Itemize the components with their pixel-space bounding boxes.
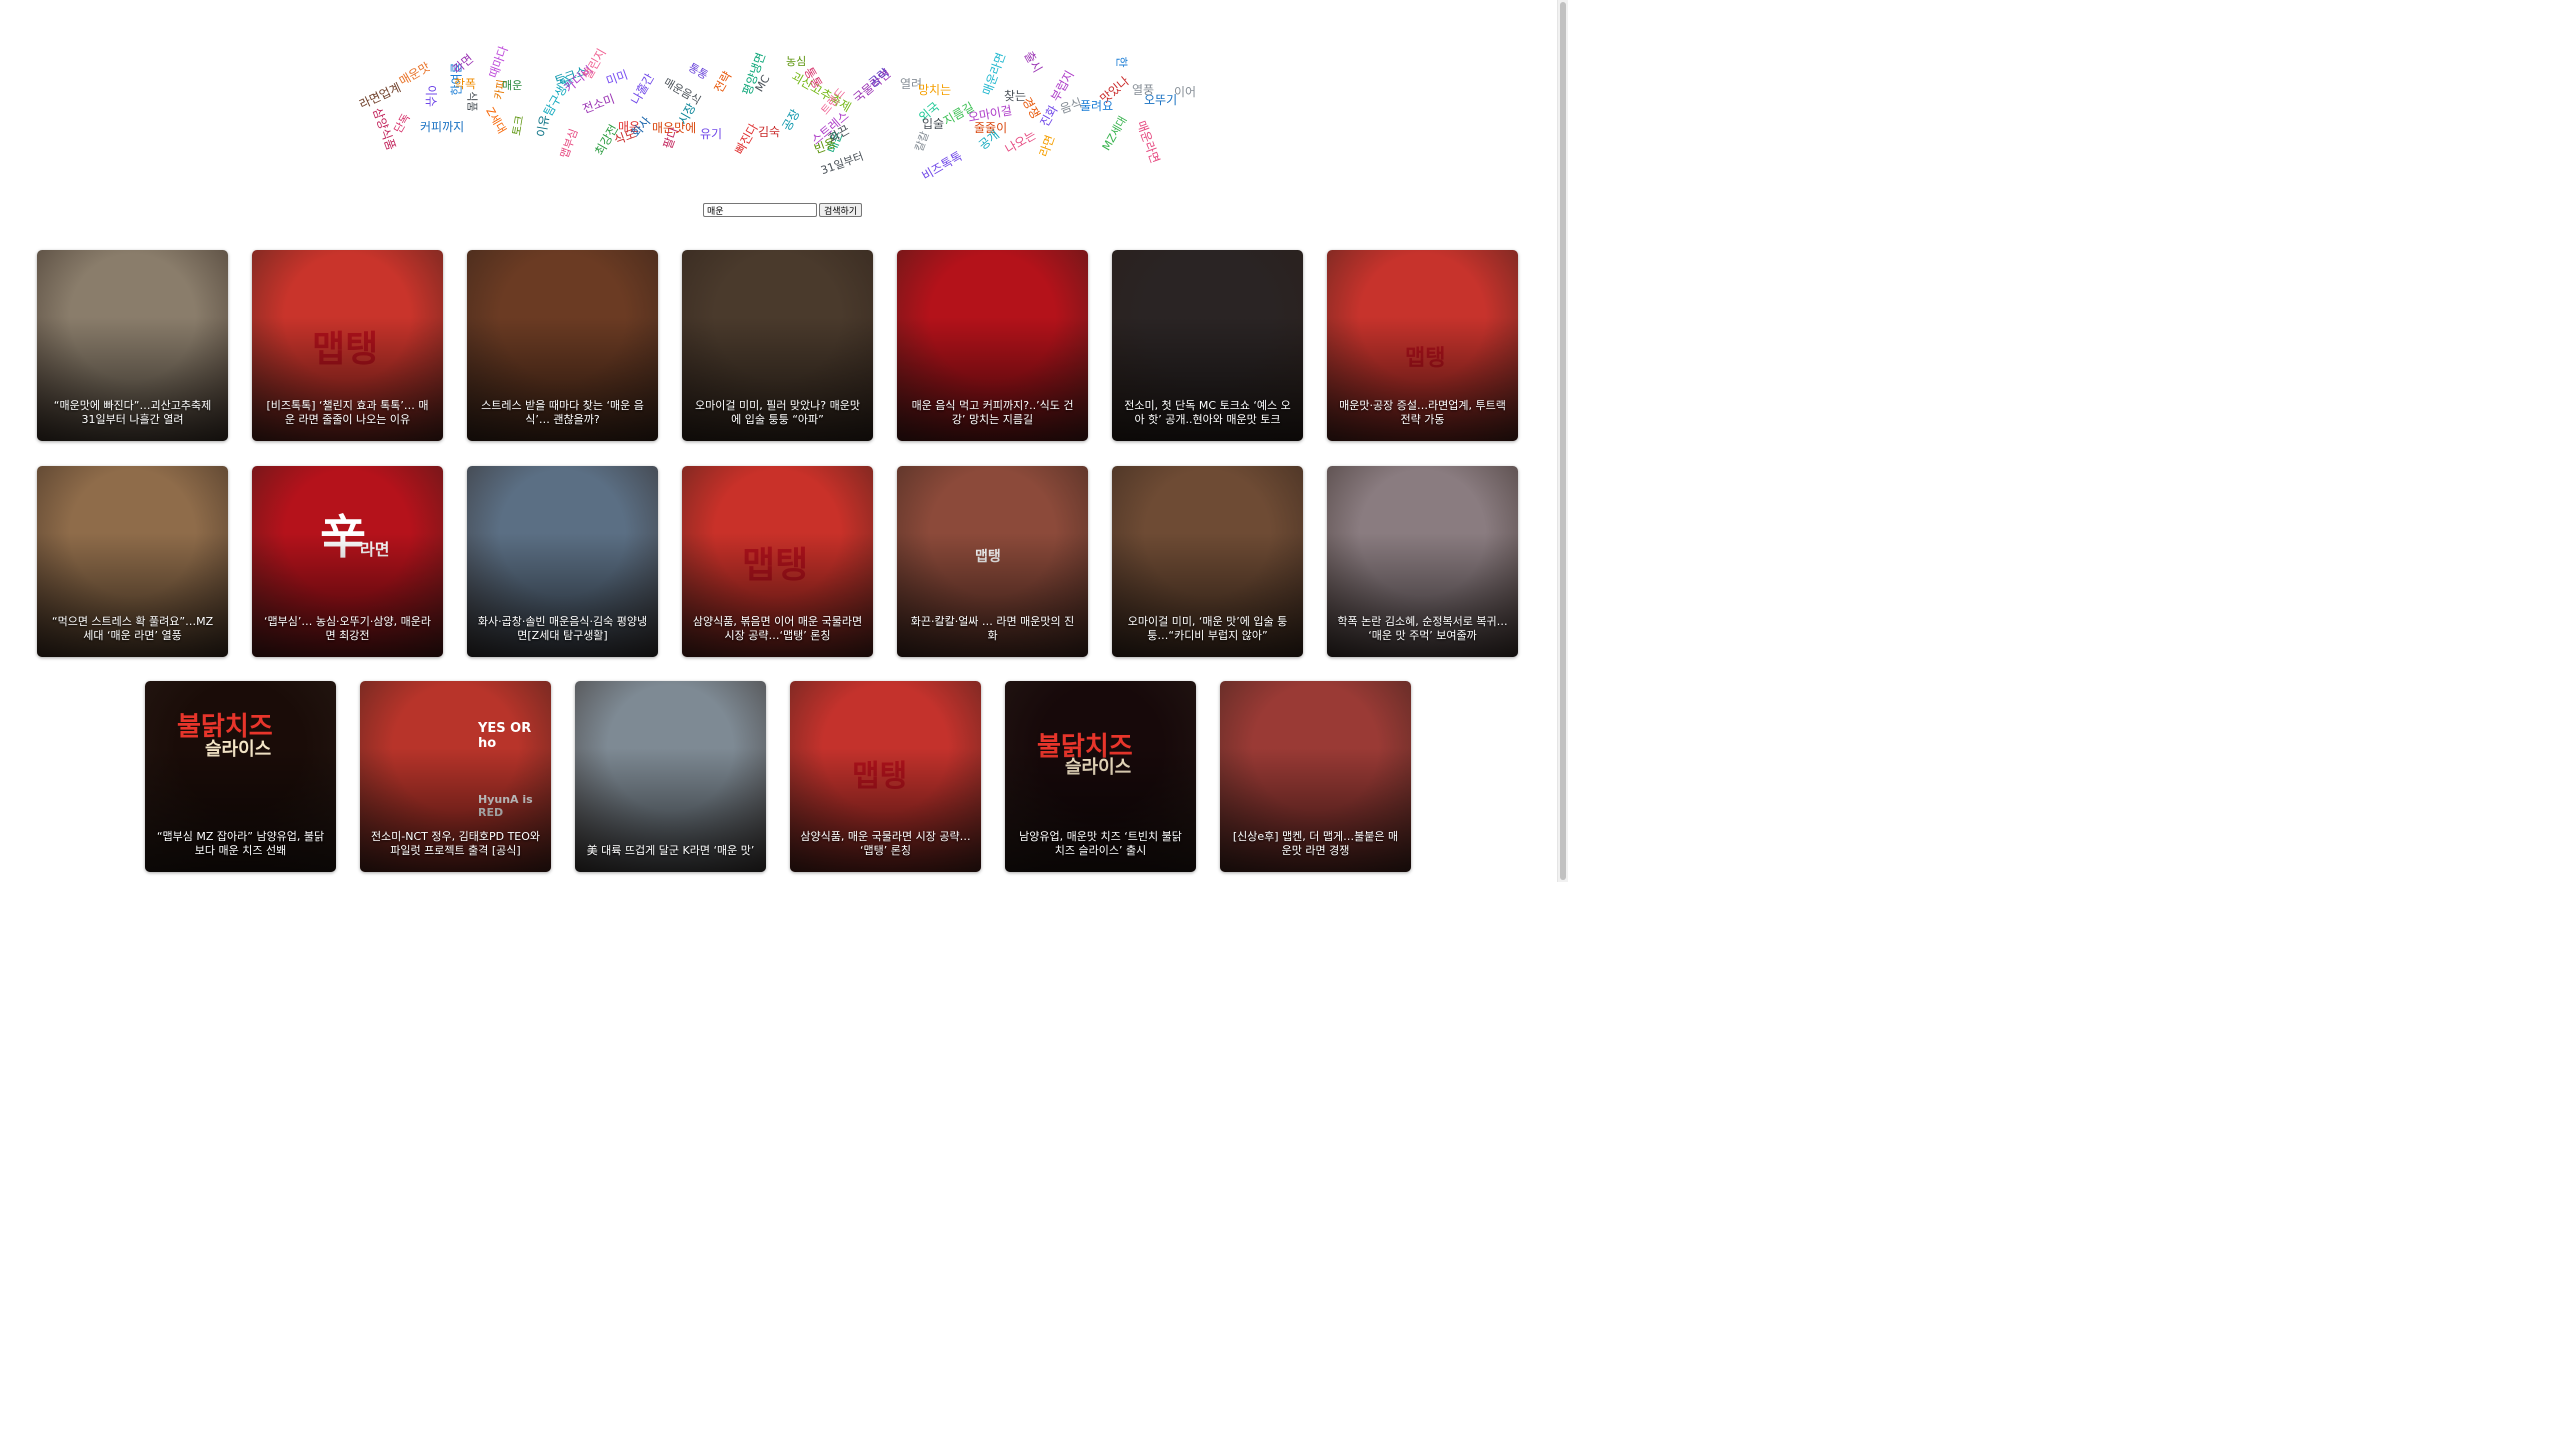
word-cloud-item[interactable]: 학폭 (454, 78, 476, 90)
word-cloud-item[interactable]: 공장 (779, 107, 802, 133)
article-card[interactable]: [신상e후] 맵켄, 더 맵게…불붙은 매운맛 라면 경쟁 (1220, 681, 1411, 872)
article-card[interactable]: 매운 음식 먹고 커피까지?..’식도 건강’ 망치는 지름길 (897, 250, 1088, 441)
word-cloud-item[interactable]: 풀려요 (1080, 100, 1113, 112)
article-title: 오마이걸 미미, ‘매운 맛’에 입술 퉁퉁…“카디비 부럽지 않아” (1127, 615, 1288, 642)
article-title: “맵부심 MZ 잡아라” 남양유업, 불닭보다 매운 치즈 선봬 (156, 830, 325, 857)
scrollbar-thumb[interactable] (1560, 2, 1566, 880)
word-cloud-item[interactable]: 전소미 (581, 92, 617, 116)
word-cloud-item[interactable]: 경쟁 (1019, 95, 1042, 121)
article-title: 매운 음식 먹고 커피까지?..’식도 건강’ 망치는 지름길 (911, 399, 1074, 426)
article-row-3: 불닭치즈슬라이스“맵부심 MZ 잡아라” 남양유업, 불닭보다 매운 치즈 선봬… (145, 681, 1411, 872)
word-cloud-item[interactable]: 나오는 (1003, 128, 1039, 157)
article-card[interactable]: 美 대륙 뜨겁게 달군 K라면 ‘매운 맛’ (575, 681, 766, 872)
article-title: 화끈·칼칼·얼싸 … 라면 매운맛의 진화 (910, 615, 1075, 642)
article-card[interactable]: 辛라면‘맵부심’… 농심·오뚜기·삼양, 매운라면 최강전 (252, 466, 443, 657)
word-cloud-item[interactable]: 출시 (1021, 49, 1044, 75)
word-cloud-item[interactable]: 진화 (1037, 103, 1060, 129)
article-row-2: “먹으면 스트레스 확 풀려요”…MZ세대 ‘매운 라면’ 열풍 辛라면‘맵부심’… (37, 466, 1518, 657)
word-cloud-item[interactable]: 입술 (922, 118, 944, 130)
word-cloud-item[interactable]: 미미 (604, 68, 630, 89)
article-card[interactable]: YES OR hoHyunA is RED전소미-NCT 정우, 김태호PD T… (360, 681, 551, 872)
article-card[interactable]: 오마이걸 미미, ‘매운 맛’에 입술 퉁퉁…“카디비 부럽지 않아” (1112, 466, 1303, 657)
word-cloud-item[interactable]: 식품 (466, 91, 479, 111)
article-card[interactable]: “매운맛에 빠진다”…괴산고추축제 31일부터 나흘간 열려 (37, 250, 228, 441)
article-card[interactable]: 오마이걸 미미, 필러 맞았나? 매운맛에 입술 퉁퉁 “아파” (682, 250, 873, 441)
word-cloud-item[interactable]: 한 (1115, 56, 1129, 67)
article-title: 매운맛·공장 증설…라면업계, 투트랙 전략 가동 (1339, 399, 1506, 426)
article-card[interactable]: 맵탱삼양식품, 매운 국물라면 시장 공략… ‘맵탱’ 론칭 (790, 681, 981, 872)
word-cloud-item[interactable]: 이슈 (424, 85, 438, 107)
article-title: [신상e후] 맵켄, 더 맵게…불붙은 매운맛 라면 경쟁 (1232, 830, 1399, 857)
article-title: 오마이걸 미미, 필러 맞았나? 매운맛에 입술 퉁퉁 “아파” (694, 399, 860, 426)
word-cloud-item[interactable]: 농심 (786, 56, 806, 67)
word-cloud-item[interactable]: 빠진다 (732, 121, 761, 157)
article-card[interactable]: 맵탱화끈·칼칼·얼싸 … 라면 매운맛의 진화 (897, 466, 1088, 657)
word-cloud: 매운맛 라면업계 삼양식품 단독 이슈 한여름 라면 학폭 식품 때마다 카피 매운 커피까지 Z세대 토크… (340, 28, 1220, 188)
word-cloud-item[interactable]: 이어 (1174, 86, 1196, 98)
word-cloud-item[interactable]: 매운 (502, 80, 522, 91)
article-title: “먹으면 스트레스 확 풀려요”…MZ세대 ‘매운 라면’ 열풍 (51, 615, 214, 642)
article-title: 전소미-NCT 정우, 김태호PD TEO와 파일럿 프로젝트 출격 [공식] (370, 830, 541, 857)
word-cloud-item[interactable]: 유기 (700, 128, 722, 140)
word-cloud-item[interactable]: MZ세대 (1100, 114, 1130, 153)
search-bar: 검색하기 (703, 203, 863, 217)
article-card[interactable]: 맵탱[비즈톡톡] ‘챌린지 효과 톡톡’… 매운 라면 줄줄이 나오는 이유 (252, 250, 443, 441)
word-cloud-item[interactable]: 31일부터 (819, 150, 865, 177)
word-cloud-item[interactable]: 오뚜기 (1144, 94, 1177, 106)
word-cloud-item[interactable]: 매운음식 (661, 76, 703, 108)
word-cloud-item[interactable]: 칼칼 (913, 130, 932, 153)
word-cloud-item[interactable]: 전략 (711, 69, 734, 95)
word-cloud-item[interactable]: 라면 (1037, 133, 1058, 159)
article-card[interactable]: 학폭 논란 김소혜, 순정복서로 복귀… ‘매운 맛 주먹’ 보여줄까 (1327, 466, 1518, 657)
word-cloud-item[interactable]: 맵부심 (558, 127, 581, 160)
article-title: “매운맛에 빠진다”…괴산고추축제 31일부터 나흘간 열려 (53, 399, 212, 426)
article-card[interactable]: 전소미, 첫 단독 MC 토크쇼 ‘예스 오아 핫’ 공개..현아와 매운맛 토… (1112, 250, 1303, 441)
article-title: 남양유업, 매운맛 치즈 ‘트빈치 불닭 치즈 슬라이스’ 출시 (1019, 830, 1182, 857)
word-cloud-item[interactable]: 망치는 (918, 84, 951, 96)
article-row-1: “매운맛에 빠진다”…괴산고추축제 31일부터 나흘간 열려 맵탱[비즈톡톡] ‘… (37, 250, 1518, 441)
word-cloud-item[interactable]: Z세대 (483, 105, 508, 136)
article-title: 삼양식품, 볶음면 이어 매운 국물라면 시장 공략…‘맵탱’ 론칭 (692, 615, 863, 642)
search-button[interactable]: 검색하기 (819, 203, 863, 217)
article-title: ‘맵부심’… 농심·오뚜기·삼양, 매운라면 최강전 (263, 615, 432, 642)
word-cloud-item[interactable]: 매운라면 (1134, 119, 1162, 165)
scrollbar[interactable] (1557, 0, 1568, 882)
word-cloud-item[interactable]: 단독 (391, 111, 412, 135)
article-title: [비즈톡톡] ‘챌린지 효과 톡톡’… 매운 라면 줄줄이 나오는 이유 (266, 399, 429, 426)
article-title: 학폭 논란 김소혜, 순정복서로 복귀… ‘매운 맛 주먹’ 보여줄까 (1337, 615, 1508, 642)
word-cloud-item[interactable]: 김숙 (758, 126, 780, 138)
article-card[interactable]: “먹으면 스트레스 확 풀려요”…MZ세대 ‘매운 라면’ 열풍 (37, 466, 228, 657)
article-title: 스트레스 받을 때마다 찾는 ‘매운 음식’… 괜찮을까? (481, 399, 644, 426)
word-cloud-item[interactable]: 나홀간 (628, 71, 657, 107)
word-cloud-item[interactable]: 통통 (686, 61, 710, 82)
article-card[interactable]: 스트레스 받을 때마다 찾는 ‘매운 음식’… 괜찮을까? (467, 250, 658, 441)
article-title: 美 대륙 뜨겁게 달군 K라면 ‘매운 맛’ (586, 844, 755, 857)
word-cloud-item[interactable]: 토크 (510, 114, 526, 136)
article-card[interactable]: 화사·곱창·솔빈 매운음식·김숙 평양냉면[Z세대 탐구생활] (467, 466, 658, 657)
article-card[interactable]: 맵탱매운맛·공장 증설…라면업계, 투트랙 전략 가동 (1327, 250, 1518, 441)
article-card[interactable]: 맵탱삼양식품, 볶음면 이어 매운 국물라면 시장 공략…‘맵탱’ 론칭 (682, 466, 873, 657)
word-cloud-item[interactable]: 커피까지 (420, 121, 464, 133)
article-title: 화사·곱창·솔빈 매운음식·김숙 평양냉면[Z세대 탐구생활] (477, 615, 648, 642)
word-cloud-item[interactable]: 이유 (534, 114, 552, 138)
word-cloud-item[interactable]: 때마다 (486, 44, 510, 80)
article-card[interactable]: 불닭치즈슬라이스“맵부심 MZ 잡아라” 남양유업, 불닭보다 매운 치즈 선봬 (145, 681, 336, 872)
article-title: 삼양식품, 매운 국물라면 시장 공략… ‘맵탱’ 론칭 (800, 830, 971, 857)
article-title: 전소미, 첫 단독 MC 토크쇼 ‘예스 오아 핫’ 공개..현아와 매운맛 토… (1124, 399, 1291, 426)
search-input[interactable] (703, 203, 817, 217)
word-cloud-item[interactable]: 비즈톡톡 (919, 149, 964, 183)
word-cloud-item[interactable]: 매운맛 (397, 60, 433, 89)
article-card[interactable]: 불닭치즈슬라이스남양유업, 매운맛 치즈 ‘트빈치 불닭 치즈 슬라이스’ 출시 (1005, 681, 1196, 872)
